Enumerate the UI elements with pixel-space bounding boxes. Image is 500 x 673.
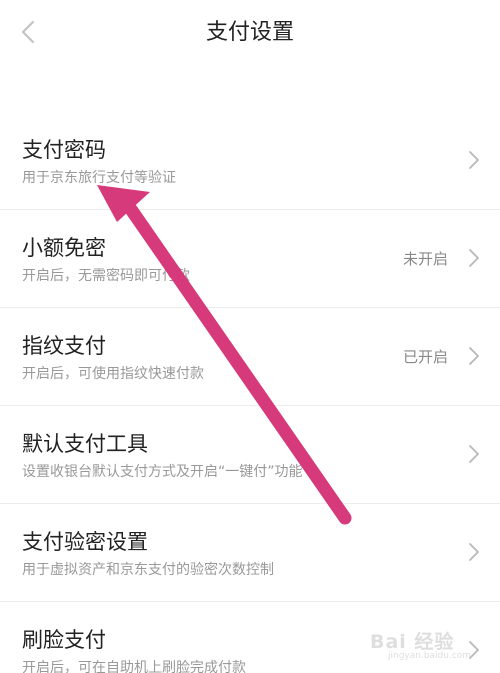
row-description: 用于虚拟资产和京东支付的验密次数控制	[22, 562, 274, 578]
row-title: 默认支付工具	[22, 432, 148, 456]
chevron-right-icon	[469, 151, 479, 169]
row-title: 刷脸支付	[22, 628, 106, 652]
row-title: 支付密码	[22, 138, 106, 162]
row-description: 开启后，可使用指纹快速付款	[22, 366, 204, 382]
row-title: 指纹支付	[22, 334, 106, 358]
page-title: 支付设置	[205, 20, 294, 45]
row-description: 用于京东旅行支付等验证	[22, 170, 176, 186]
chevron-right-icon	[469, 347, 479, 365]
watermark: Bai 经验 jingyan.baidu.com	[370, 625, 490, 665]
row-small-amount-no-password[interactable]: 小额免密 开启后，无需密码即可付款 未开启	[0, 210, 500, 308]
row-title: 支付验密设置	[22, 530, 148, 554]
chevron-right-icon	[469, 249, 479, 267]
payment-settings-screen: 支付设置 支付密码 用于京东旅行支付等验证 小额免密 开启后，无需密码即可付款 …	[0, 0, 500, 673]
row-status: 已开启	[402, 348, 448, 366]
chevron-right-icon	[469, 445, 479, 463]
row-payment-password[interactable]: 支付密码 用于京东旅行支付等验证	[0, 112, 500, 210]
row-fingerprint-payment[interactable]: 指纹支付 开启后，可使用指纹快速付款 已开启	[0, 308, 500, 406]
row-title: 小额免密	[22, 236, 106, 260]
watermark-url: jingyan.baidu.com	[388, 651, 472, 661]
watermark-logo-text: Bai 经验	[370, 631, 455, 653]
row-status: 未开启	[402, 250, 448, 268]
row-description: 设置收银台默认支付方式及开启“一键付”功能	[22, 464, 303, 480]
chevron-right-icon	[469, 543, 479, 561]
row-description: 开启后，可在自助机上刷脸完成付款	[22, 660, 246, 673]
row-description: 开启后，无需密码即可付款	[22, 268, 190, 284]
row-default-payment-tool[interactable]: 默认支付工具 设置收银台默认支付方式及开启“一键付”功能	[0, 406, 500, 504]
header-bar: 支付设置	[0, 0, 500, 68]
row-payment-verification-settings[interactable]: 支付验密设置 用于虚拟资产和京东支付的验密次数控制	[0, 504, 500, 602]
settings-list: 支付密码 用于京东旅行支付等验证 小额免密 开启后，无需密码即可付款 未开启 指…	[0, 112, 500, 673]
